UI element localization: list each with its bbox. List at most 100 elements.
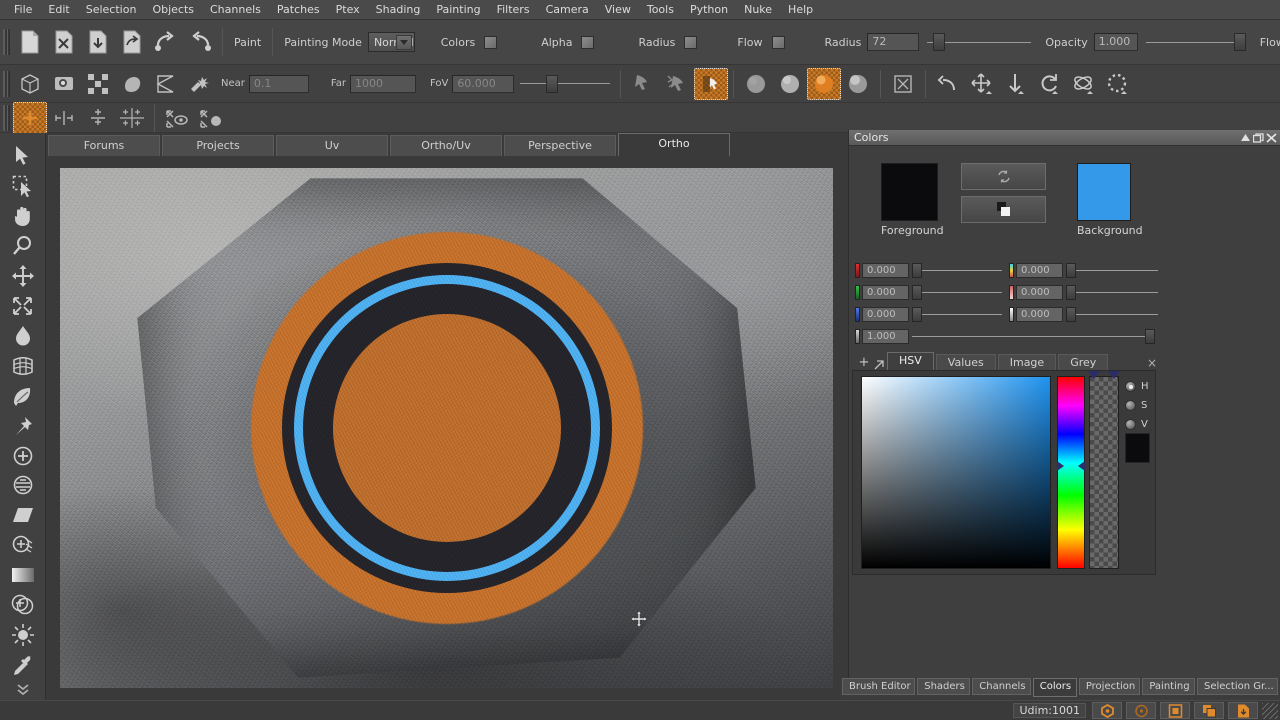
grid-box-icon[interactable] bbox=[886, 68, 920, 100]
symmetry-active-icon[interactable] bbox=[13, 101, 47, 134]
marquee-select-icon[interactable] bbox=[6, 171, 40, 201]
lights-icon[interactable] bbox=[183, 68, 217, 100]
toolbar-grip[interactable] bbox=[3, 104, 10, 131]
square-orange-icon[interactable] bbox=[1160, 702, 1190, 719]
colors-toggle[interactable]: Colors bbox=[435, 35, 498, 49]
g-slider[interactable] bbox=[912, 285, 1002, 300]
hand-pan-icon[interactable] bbox=[6, 201, 40, 231]
slider-knob[interactable] bbox=[912, 263, 922, 278]
tab-grey[interactable]: Grey bbox=[1058, 354, 1109, 370]
fov-input[interactable]: 60.000 bbox=[452, 74, 515, 93]
cursor-pick-off-icon[interactable] bbox=[660, 68, 694, 100]
picker-close-button[interactable]: × bbox=[1147, 356, 1163, 370]
tab-hsv[interactable]: HSV bbox=[887, 352, 934, 370]
tab-projects[interactable]: Projects bbox=[162, 135, 274, 156]
sphere-grey-icon[interactable] bbox=[739, 68, 773, 100]
menu-item-tools[interactable]: Tools bbox=[639, 1, 682, 19]
menu-item-view[interactable]: View bbox=[597, 1, 639, 19]
b-slider[interactable] bbox=[912, 307, 1002, 322]
mirror-quad-icon[interactable] bbox=[115, 102, 149, 134]
viewport-3d[interactable]: 人人素材 www.rr-sc.com bbox=[46, 156, 848, 700]
adjust-circle-icon[interactable] bbox=[6, 470, 40, 500]
slider-knob[interactable] bbox=[1145, 329, 1155, 344]
radio-saturation[interactable]: S bbox=[1125, 396, 1155, 415]
grid-mesh-icon[interactable] bbox=[6, 351, 40, 381]
mirror-v-icon[interactable] bbox=[47, 102, 81, 134]
tab-ortho-uv[interactable]: Ortho/Uv bbox=[390, 135, 502, 156]
resize-grip[interactable] bbox=[1262, 702, 1278, 719]
menu-item-edit[interactable]: Edit bbox=[40, 1, 77, 19]
menu-item-selection[interactable]: Selection bbox=[78, 1, 145, 19]
sphere-orange-icon[interactable] bbox=[807, 67, 842, 100]
cube-icon[interactable] bbox=[13, 68, 47, 100]
tab-shaders[interactable]: Shaders bbox=[917, 678, 971, 695]
foreground-swatch[interactable] bbox=[881, 163, 938, 221]
menu-item-patches[interactable]: Patches bbox=[269, 1, 328, 19]
opacity-slider[interactable] bbox=[1145, 32, 1246, 52]
h-slider[interactable] bbox=[1066, 263, 1158, 278]
perspective-icon[interactable] bbox=[149, 68, 183, 100]
close-file-button[interactable] bbox=[47, 26, 81, 58]
eye-icon[interactable] bbox=[47, 68, 81, 100]
close-icon[interactable] bbox=[1265, 132, 1277, 144]
slider-knob[interactable] bbox=[912, 307, 922, 322]
s-input[interactable]: 0.000 bbox=[1016, 285, 1063, 300]
snap-ball-icon[interactable] bbox=[194, 102, 228, 134]
mirror-h-icon[interactable] bbox=[81, 102, 115, 134]
toolbar-grip[interactable] bbox=[3, 70, 10, 97]
undo-icon[interactable] bbox=[931, 68, 965, 100]
tab-painting[interactable]: Painting bbox=[1142, 678, 1195, 695]
current-color-swatch[interactable] bbox=[1125, 433, 1150, 463]
hue-marker-left[interactable] bbox=[1057, 461, 1064, 471]
new-file-button[interactable] bbox=[13, 26, 47, 58]
alpha-strip[interactable] bbox=[1088, 371, 1120, 569]
menu-item-nuke[interactable]: Nuke bbox=[736, 1, 780, 19]
saturation-value-box[interactable] bbox=[861, 376, 1051, 569]
radius-input[interactable]: 72 bbox=[867, 33, 920, 51]
menu-item-help[interactable]: Help bbox=[780, 1, 821, 19]
leaf-paint-icon[interactable] bbox=[6, 381, 40, 411]
menu-item-channels[interactable]: Channels bbox=[202, 1, 269, 19]
export-file-button[interactable] bbox=[115, 26, 149, 58]
near-input[interactable]: 0.1 bbox=[248, 74, 309, 93]
pointer-icon[interactable] bbox=[6, 141, 40, 171]
tab-values[interactable]: Values bbox=[935, 354, 996, 370]
restore-icon[interactable] bbox=[1252, 132, 1264, 144]
tab-perspective[interactable]: Perspective bbox=[504, 135, 616, 156]
background-swatch[interactable] bbox=[1077, 163, 1131, 221]
radius-swatch-icon[interactable] bbox=[684, 35, 698, 49]
slider-knob[interactable] bbox=[546, 74, 559, 93]
radio-dot-icon[interactable] bbox=[1125, 400, 1136, 411]
r-input[interactable]: 0.000 bbox=[862, 263, 909, 278]
radio-dot-icon[interactable] bbox=[1125, 381, 1136, 392]
rotate-icon[interactable] bbox=[1033, 68, 1067, 100]
menu-item-objects[interactable]: Objects bbox=[144, 1, 202, 19]
snap-eye-icon[interactable] bbox=[160, 102, 194, 134]
save-file-button[interactable] bbox=[81, 26, 115, 58]
blend-circle-icon[interactable] bbox=[6, 590, 40, 620]
add-circle-icon[interactable] bbox=[6, 441, 40, 471]
slider-knob[interactable] bbox=[933, 33, 946, 51]
menu-item-file[interactable]: File bbox=[6, 1, 40, 19]
redo-link-button[interactable] bbox=[183, 26, 217, 58]
tab-uv[interactable]: Uv bbox=[276, 135, 388, 156]
colors-swatch-icon[interactable] bbox=[484, 35, 498, 49]
menu-item-camera[interactable]: Camera bbox=[538, 1, 597, 19]
clone-circle-icon[interactable] bbox=[6, 530, 40, 560]
alpha-toggle[interactable]: Alpha bbox=[535, 35, 595, 49]
flow-swatch-icon[interactable] bbox=[771, 35, 785, 49]
swap-colors-button[interactable] bbox=[961, 163, 1046, 190]
opacity-input[interactable]: 1.000 bbox=[1093, 33, 1138, 51]
gradient-box-icon[interactable] bbox=[6, 560, 40, 590]
r-slider[interactable] bbox=[912, 263, 1002, 278]
fov-slider[interactable] bbox=[520, 74, 611, 94]
sphere-shaded-icon[interactable] bbox=[841, 68, 875, 100]
v-slider[interactable] bbox=[1066, 307, 1158, 322]
slider-knob[interactable] bbox=[1066, 263, 1076, 278]
eyedropper-icon[interactable] bbox=[6, 650, 40, 680]
hue-strip[interactable] bbox=[1057, 376, 1085, 569]
add-swatch-button[interactable]: + bbox=[857, 355, 871, 370]
alpha-slider[interactable] bbox=[912, 329, 1155, 344]
tab-brush-editor[interactable]: Brush Editor bbox=[842, 678, 916, 695]
radio-dot-icon[interactable] bbox=[1125, 419, 1136, 430]
